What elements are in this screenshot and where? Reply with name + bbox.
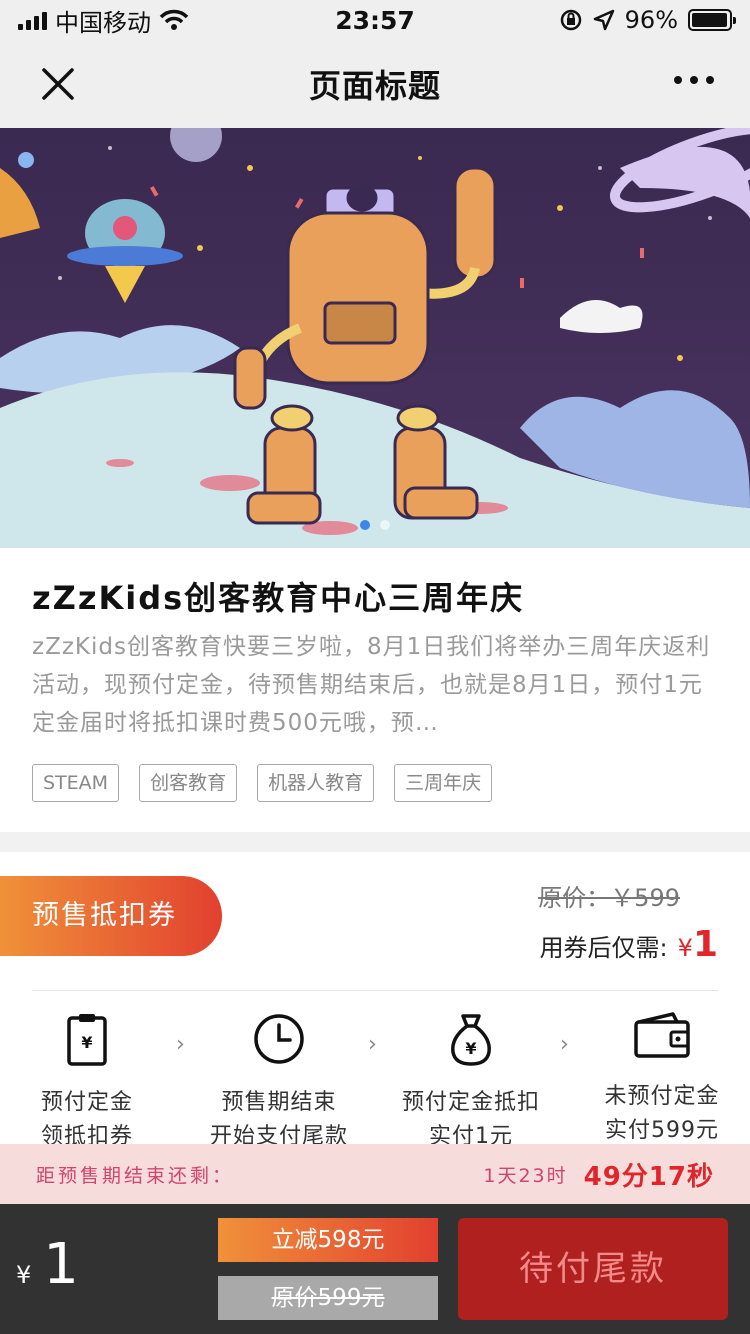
presale-countdown: 距预售期结束还剩： 1天23时 49分17秒 [0,1144,750,1204]
countdown-label: 距预售期结束还剩： [36,1164,235,1187]
step-no-deposit: 未预付定金 实付599元 [577,1012,747,1144]
original-price-badge: 原价599元 [218,1276,438,1320]
after-coupon-value: 1 [692,924,718,965]
after-coupon-label: 用券后仅需: [539,934,668,962]
step-arrow-icon: › [560,1032,569,1057]
battery-fill [692,13,727,27]
step-presale-end-text: 预售期结束 开始支付尾款 [194,1086,364,1144]
location-icon [593,9,614,31]
orientation-lock-icon [560,9,581,31]
more-icon[interactable] [674,76,714,84]
step-deposit-deduct-line1: 预付定金抵扣 [401,1090,540,1115]
money-bag-icon: ¥ [451,1014,491,1066]
tag-maker-education[interactable]: 创客教育 [139,764,238,802]
step-arrow-icon: › [368,1032,377,1057]
after-coupon-amount: ¥1 [678,924,718,965]
wifi-icon [159,9,189,30]
tag-list: STEAM 创客教育 机器人教育 三周年庆 [32,764,718,802]
status-bar: 中国移动 23:57 96% [0,0,750,40]
step-presale-end: 预售期结束 开始支付尾款 [194,1012,364,1144]
price-section: 预售抵扣券 原价：￥599 用券后仅需: ¥1 ¥ 预付定金 领抵扣券 › 预售 [0,852,750,1144]
step-no-deposit-text: 未预付定金 实付599元 [577,1080,747,1144]
step-deposit-line2: 领抵扣券 [40,1124,133,1144]
pay-balance-button[interactable]: 待付尾款 [458,1218,728,1320]
svg-text:¥: ¥ [465,1039,476,1058]
event-title: zZzKids创客教育中心三周年庆 [32,579,525,617]
carousel-dot-active[interactable] [360,520,370,530]
banner-carousel[interactable] [0,128,750,548]
close-icon[interactable] [36,62,80,106]
wallet-icon [634,1012,690,1058]
signal-icon [18,10,47,30]
svg-text:¥: ¥ [81,1033,92,1052]
step-no-deposit-line1: 未预付定金 [604,1084,720,1109]
carrier-name: 中国移动 [55,8,151,37]
clock-icon [254,1014,304,1064]
after-coupon-price: 用券后仅需: ¥1 [540,924,718,965]
status-time: 23:57 [335,5,415,35]
step-deposit-deduct-text: 预付定金抵扣 实付1元 [386,1086,556,1144]
carousel-dots [0,520,750,530]
battery-percent: 96% [624,6,678,34]
countdown-minutes-seconds: 49分17秒 [583,1161,714,1192]
step-deposit-deduct-line2: 实付1元 [429,1124,513,1144]
step-arrow-icon: › [176,1032,185,1057]
bottom-currency: ¥ [16,1261,32,1289]
page-title: 页面标题 [308,67,441,105]
tag-steam[interactable]: STEAM [32,764,120,802]
nav-bar: 页面标题 [0,40,750,128]
after-coupon-currency: ¥ [677,934,693,962]
carousel-dot[interactable] [380,520,390,530]
banner-illustration [0,128,750,548]
status-left: 中国移动 [18,3,278,38]
discount-badge: 立减598元 [218,1218,438,1262]
presale-coupon-badge: 预售抵扣券 [0,876,222,956]
tag-anniversary[interactable]: 三周年庆 [394,764,493,802]
battery-icon [688,9,736,31]
divider [32,990,718,991]
bottom-action-bar: ¥ 1 立减598元 原价599元 待付尾款 [0,1204,750,1334]
step-deposit-text: 预付定金 领抵扣券 [2,1086,172,1144]
step-deposit-deduct: ¥ 预付定金抵扣 实付1元 [386,1012,556,1144]
bottom-price-value: 1 [43,1232,79,1297]
status-right: 96% [472,6,736,34]
countdown-days-hours: 1天23时 [483,1164,568,1187]
tag-robot-education[interactable]: 机器人教育 [257,764,375,802]
step-presale-end-line1: 预售期结束 [221,1090,337,1115]
step-no-deposit-line2: 实付599元 [605,1118,719,1143]
deposit-card-icon: ¥ [67,1014,107,1066]
presale-steps: ¥ 预付定金 领抵扣券 › 预售期结束 开始支付尾款 › ¥ 预付定金抵扣 实付… [0,1012,750,1144]
bottom-price: ¥ 1 [16,1232,79,1297]
event-description: zZzKids创客教育快要三岁啦，8月1日我们将举办三周年庆返利活动，现预付定金… [32,634,711,736]
step-deposit: ¥ 预付定金 领抵扣券 [2,1012,172,1144]
event-info-card: zZzKids创客教育中心三周年庆 zZzKids创客教育快要三岁啦，8月1日我… [0,548,750,832]
step-deposit-line1: 预付定金 [40,1090,133,1115]
original-price: 原价：￥599 [538,884,680,912]
step-presale-end-line2: 开始支付尾款 [209,1124,348,1144]
